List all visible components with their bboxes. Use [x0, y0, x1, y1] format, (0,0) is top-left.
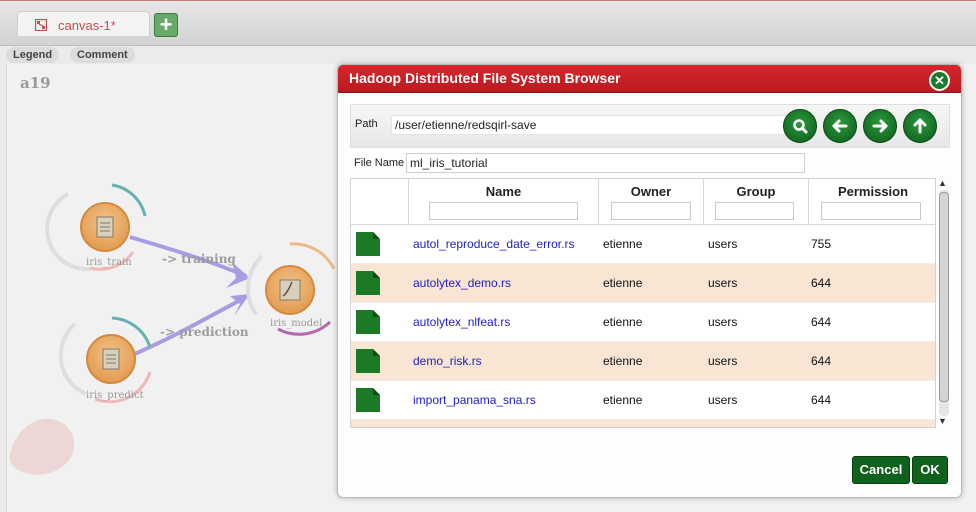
node-label-iris-model: iris_model: [270, 318, 322, 329]
file-owner: etienne: [603, 315, 643, 329]
link-label-prediction: -> prediction: [160, 325, 249, 339]
column-header-group: Group: [736, 184, 776, 199]
path-panel: Path /user/etienne/redsqirl-save: [350, 104, 950, 148]
workflow-diagram: -> training -> prediction iris_train iri…: [9, 183, 336, 475]
table-row[interactable]: autolytex_demo.rs etienne users 644: [351, 264, 935, 303]
arrow-right-icon: [872, 119, 888, 133]
tab-label: canvas-1*: [58, 18, 116, 33]
dialog-title: Hadoop Distributed File System Browser: [349, 70, 621, 86]
file-owner: etienne: [603, 237, 643, 251]
scroll-up-icon[interactable]: ▲: [938, 178, 947, 188]
file-owner: etienne: [603, 354, 643, 368]
name-filter-input[interactable]: [429, 202, 578, 220]
table-scrollbar[interactable]: ▲ ▼: [936, 178, 950, 428]
file-group: users: [708, 393, 738, 407]
file-icon: [356, 271, 380, 295]
column-owner: Owner: [599, 179, 704, 225]
file-name-link[interactable]: demo_risk.rs: [413, 354, 482, 368]
close-icon[interactable]: ✕: [929, 70, 950, 91]
file-permission: 644: [811, 354, 832, 368]
owner-filter-input[interactable]: [611, 202, 691, 220]
arrow-left-icon: [832, 119, 848, 133]
file-group: users: [708, 315, 738, 329]
table-row-partial[interactable]: [351, 420, 935, 428]
arrow-up-icon: [913, 118, 927, 134]
file-group: users: [708, 237, 738, 251]
tab-canvas-1[interactable]: canvas-1* ✖: [17, 11, 167, 37]
link-label-training: -> training: [162, 252, 236, 266]
file-owner: etienne: [603, 276, 643, 290]
column-name: Name: [409, 179, 599, 225]
file-name-label: File Name: [354, 157, 405, 169]
column-permission: Permission: [809, 179, 935, 225]
hdfs-browser-dialog: Hadoop Distributed File System Browser ✕…: [337, 64, 962, 498]
table-row[interactable]: demo_risk.rs etienne users 644: [351, 342, 935, 381]
table-row[interactable]: import_panama_sna.rs etienne users 644: [351, 381, 935, 420]
file-icon: [356, 427, 380, 428]
up-button[interactable]: [903, 109, 937, 143]
dialog-header: Hadoop Distributed File System Browser ✕: [338, 65, 961, 93]
file-group: users: [708, 276, 738, 290]
file-permission: 644: [811, 276, 832, 290]
file-group: users: [708, 354, 738, 368]
file-permission: 755: [811, 237, 832, 251]
file-name-link[interactable]: autol_reproduce_date_error.rs: [413, 237, 574, 251]
tab-bar: canvas-1* ✖ +: [0, 0, 976, 46]
file-icon: [356, 310, 380, 334]
table-row[interactable]: autolytex_nlfeat.rs etienne users 644: [351, 303, 935, 342]
column-icon: [351, 179, 409, 225]
file-name-link[interactable]: autolytex_demo.rs: [413, 276, 511, 290]
table-header: Name Owner Group Permission: [351, 179, 935, 225]
canvas-icon: [35, 19, 47, 31]
back-button[interactable]: [823, 109, 857, 143]
cancel-button[interactable]: Cancel: [852, 456, 910, 484]
file-name-link[interactable]: autolytex_nlfeat.rs: [413, 315, 510, 329]
file-permission: 644: [811, 393, 832, 407]
group-filter-input[interactable]: [715, 202, 794, 220]
file-name-link[interactable]: import_panama_sna.rs: [413, 393, 536, 407]
node-label-iris-train: iris_train: [86, 257, 132, 268]
file-icon: [356, 349, 380, 373]
node-label-iris-predict: iris_predict: [86, 390, 144, 401]
file-permission: 644: [811, 315, 832, 329]
comment-button[interactable]: Comment: [70, 47, 135, 63]
node-iris-predict[interactable]: iris_predict: [58, 316, 152, 404]
path-input[interactable]: /user/etienne/redsqirl-save: [391, 115, 789, 135]
file-icon: [356, 388, 380, 412]
table-row[interactable]: autol_reproduce_date_error.rs etienne us…: [351, 225, 935, 264]
node-iris-train[interactable]: iris_train: [45, 183, 147, 272]
legend-button[interactable]: Legend: [6, 47, 60, 63]
column-group: Group: [704, 179, 809, 225]
column-header-name: Name: [485, 184, 522, 199]
scroll-thumb[interactable]: [939, 192, 949, 402]
column-header-permission: Permission: [837, 184, 909, 199]
add-tab-button[interactable]: +: [154, 13, 178, 37]
column-header-owner: Owner: [630, 184, 672, 199]
file-name-input[interactable]: ml_iris_tutorial: [406, 153, 805, 173]
search-button[interactable]: [783, 109, 817, 143]
path-label: Path: [355, 118, 378, 130]
file-icon: [356, 232, 380, 256]
forward-button[interactable]: [863, 109, 897, 143]
file-owner: etienne: [603, 393, 643, 407]
permission-filter-input[interactable]: [821, 202, 921, 220]
plus-icon: +: [159, 12, 173, 37]
search-icon: [793, 119, 808, 134]
node-iris-model[interactable]: iris_model: [246, 242, 336, 336]
file-table: Name Owner Group Permission autol_reprod…: [350, 178, 936, 428]
ok-button[interactable]: OK: [912, 456, 948, 484]
background-shape: [9, 418, 75, 475]
scroll-down-icon[interactable]: ▼: [938, 416, 947, 426]
